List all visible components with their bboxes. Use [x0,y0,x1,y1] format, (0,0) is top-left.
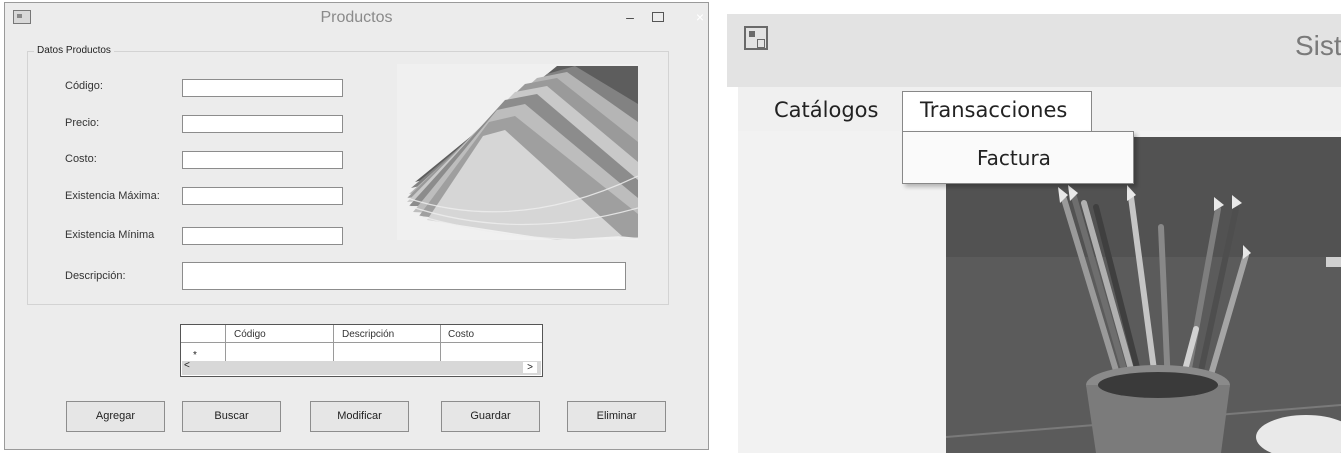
pencils-image [946,137,1341,453]
modificar-button[interactable]: Modificar [310,401,409,432]
group-title: Datos Productos [34,45,114,56]
buscar-button[interactable]: Buscar [182,401,281,432]
column-header-costo[interactable]: Costo [448,329,474,340]
descripcion-label: Descripción: [65,270,126,282]
precio-label: Precio: [65,117,100,129]
costo-input[interactable] [182,151,343,169]
scroll-right-icon[interactable]: > [523,362,537,373]
codigo-input[interactable] [182,79,343,97]
menu-item-factura[interactable]: Factura [977,146,1051,170]
descripcion-input[interactable] [182,262,626,290]
horizontal-scrollbar[interactable] [182,361,541,375]
menu-transacciones[interactable]: Transacciones [920,98,1067,122]
window-title: Productos [320,9,393,26]
maximize-icon[interactable] [646,9,670,25]
main-title-bar [727,14,1341,87]
column-header-codigo[interactable]: Código [234,329,266,340]
agregar-button[interactable]: Agregar [66,401,165,432]
main-window-title: Sist [1295,30,1341,61]
existencia-minima-input[interactable] [182,227,343,245]
minimize-icon[interactable]: – [618,9,642,25]
guardar-button[interactable]: Guardar [441,401,540,432]
main-app-icon [744,26,768,50]
existencia-maxima-input[interactable] [182,187,343,205]
eliminar-button[interactable]: Eliminar [567,401,666,432]
menu-catalogos[interactable]: Catálogos [774,98,878,122]
column-header-descripcion[interactable]: Descripción [342,329,394,340]
productos-grid[interactable]: Código Descripción Costo * < > [180,324,543,377]
main-window: Sist Catálogos Transacciones Factura [727,0,1341,453]
notebooks-image [397,64,638,240]
precio-input[interactable] [182,115,343,133]
existencia-minima-label: Existencia Mínima [65,229,155,241]
existencia-maxima-label: Existencia Máxima: [65,190,160,202]
costo-label: Costo: [65,153,97,165]
codigo-label: Código: [65,80,103,92]
close-icon[interactable]: × [688,9,712,25]
scroll-left-icon[interactable]: < [184,360,190,371]
title-bar: Productos – × [5,3,708,37]
new-row-marker: * [193,350,197,361]
